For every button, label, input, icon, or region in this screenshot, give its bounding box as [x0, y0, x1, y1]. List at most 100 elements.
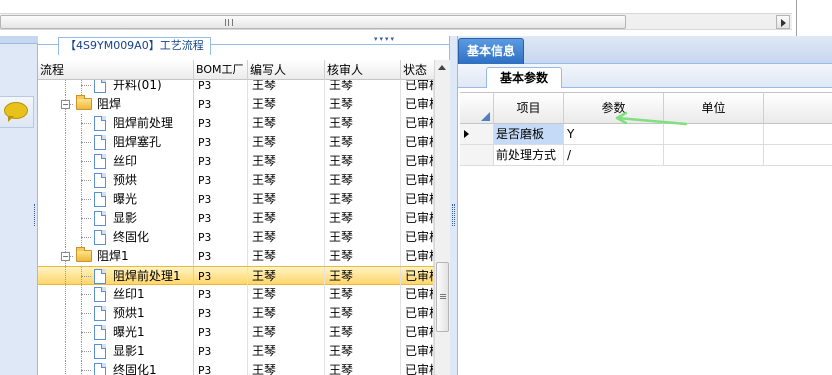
bom-cell: P3: [194, 361, 248, 375]
param-value-cell[interactable]: /: [564, 145, 664, 165]
flow-cell: − 阻焊1: [38, 247, 194, 266]
column-header-bom[interactable]: BOM工厂: [194, 60, 248, 80]
row-pointer-icon: [464, 130, 469, 138]
chat-button[interactable]: [0, 96, 34, 128]
horizontal-scrollbar[interactable]: [0, 13, 792, 30]
author-cell: 王琴: [248, 95, 325, 114]
reviewer-cell: 王琴: [325, 114, 401, 133]
collapse-handle[interactable]: [34, 204, 37, 226]
tree-connector: [65, 152, 66, 171]
tree-connector: [65, 323, 66, 342]
tree-connector: [65, 228, 66, 247]
status-cell: 已审核: [401, 209, 434, 228]
scroll-right-button[interactable]: [776, 15, 790, 29]
collapse-toggle-icon[interactable]: −: [61, 252, 70, 261]
status-cell: 已审核: [401, 95, 434, 114]
tree-row[interactable]: 阻焊塞孔P3王琴王琴已审核: [38, 133, 434, 152]
bom-cell: P3: [194, 190, 248, 209]
flow-cell: 终固化1: [38, 361, 194, 375]
chat-bubble-tail: [8, 116, 14, 122]
tree-row[interactable]: 丝印P3王琴王琴已审核: [38, 152, 434, 171]
document-icon: [94, 325, 106, 340]
node-label: 终固化1: [113, 363, 157, 375]
param-item-cell: 前处理方式: [494, 145, 564, 165]
row-indicator[interactable]: [460, 124, 494, 144]
tree-row[interactable]: 预烘P3王琴王琴已审核: [38, 171, 434, 190]
node-label: 丝印1: [113, 287, 145, 301]
flow-cell: 曝光: [38, 190, 194, 209]
column-header-filler: [764, 93, 832, 124]
panel-title-tab[interactable]: 【4S9YM009A0】工艺流程: [58, 37, 211, 55]
bom-cell: P3: [194, 285, 248, 304]
status-cell: 已审核: [401, 114, 434, 133]
vertical-scrollbar[interactable]: [434, 60, 450, 375]
tree-row[interactable]: 曝光P3王琴王琴已审核: [38, 190, 434, 209]
column-header-status[interactable]: 状态: [401, 60, 434, 80]
node-label: 显影: [113, 211, 138, 225]
param-unit-cell[interactable]: [664, 145, 764, 165]
status-cell: 已审核: [401, 323, 434, 342]
tree-connector: [81, 123, 91, 124]
tab-basic-params[interactable]: 基本参数: [486, 67, 562, 88]
param-row[interactable]: 前处理方式 /: [460, 145, 832, 166]
collapse-toggle-icon[interactable]: −: [61, 100, 70, 109]
tree-row[interactable]: 显影P3王琴王琴已审核: [38, 209, 434, 228]
flow-cell: 阻焊前处理1: [38, 267, 194, 286]
document-icon: [94, 135, 106, 150]
scroll-thumb[interactable]: [436, 262, 449, 332]
collapse-handle-top[interactable]: ▾▾▾▾: [374, 36, 414, 43]
scroll-up-button[interactable]: [436, 61, 449, 75]
node-label: 预烘: [113, 173, 138, 187]
tab-basic-info[interactable]: 基本信息: [458, 38, 524, 64]
status-cell: 已审核: [401, 247, 434, 266]
tree-connector: [65, 209, 66, 228]
tree-row[interactable]: 终固化1P3王琴王琴已审核: [38, 361, 434, 375]
row-indicator-header[interactable]: [460, 93, 494, 124]
author-cell: 王琴: [248, 304, 325, 323]
bom-cell: P3: [194, 228, 248, 247]
tree-row[interactable]: 阻焊前处理P3王琴王琴已审核: [38, 114, 434, 133]
panel-splitter[interactable]: [450, 36, 458, 375]
column-header-flow[interactable]: 流程: [38, 60, 194, 80]
tree-connector: [65, 190, 66, 209]
tree-row[interactable]: 终固化P3王琴王琴已审核: [38, 228, 434, 247]
reviewer-cell: 王琴: [325, 361, 401, 375]
reviewer-cell: 王琴: [325, 80, 401, 95]
bom-cell: P3: [194, 152, 248, 171]
flow-cell: 预烘: [38, 171, 194, 190]
reviewer-cell: 王琴: [325, 190, 401, 209]
scroll-thumb[interactable]: [0, 15, 626, 29]
status-cell: 已审核: [401, 267, 434, 286]
tree-row[interactable]: 丝印1P3王琴王琴已审核: [38, 285, 434, 304]
annotation-arrow-icon: [615, 111, 688, 126]
process-tree-panel: 【4S9YM009A0】工艺流程 ▾▾▾▾ 流程 BOM工厂 编写人 核审人 状…: [38, 36, 450, 375]
author-cell: 王琴: [248, 323, 325, 342]
divider: [796, 0, 797, 36]
tree-connector: [81, 142, 91, 143]
tree-row[interactable]: 阻焊前处理1P3王琴王琴已审核: [38, 266, 434, 286]
node-label: 丝印: [113, 154, 138, 168]
bom-cell: P3: [194, 133, 248, 152]
status-cell: 已审核: [401, 80, 434, 95]
reviewer-cell: 王琴: [325, 267, 401, 286]
node-label: 阻焊前处理1: [113, 269, 181, 283]
tree-row[interactable]: 显影1P3王琴王琴已审核: [38, 342, 434, 361]
status-cell: 已审核: [401, 228, 434, 247]
dock-header: [0, 36, 38, 44]
tree-row[interactable]: 开料(01)P3王琴王琴已审核: [38, 80, 434, 95]
tree-connector: [81, 161, 91, 162]
bom-cell: P3: [194, 80, 248, 95]
tree-connector: [81, 313, 91, 314]
author-cell: 王琴: [248, 171, 325, 190]
flow-cell: 曝光1: [38, 323, 194, 342]
tree-folder-row[interactable]: −阻焊P3王琴王琴已审核: [38, 95, 434, 114]
column-header-reviewer[interactable]: 核审人: [325, 60, 401, 80]
row-indicator[interactable]: [460, 145, 494, 165]
tree-folder-row[interactable]: −阻焊1P3王琴王琴已审核: [38, 247, 434, 266]
column-header-item[interactable]: 项目: [494, 93, 564, 124]
tree-connector: [81, 276, 91, 277]
tree-row[interactable]: 曝光1P3王琴王琴已审核: [38, 323, 434, 342]
column-header-author[interactable]: 编写人: [248, 60, 325, 80]
left-dock: [0, 36, 38, 375]
tree-row[interactable]: 预烘1P3王琴王琴已审核: [38, 304, 434, 323]
